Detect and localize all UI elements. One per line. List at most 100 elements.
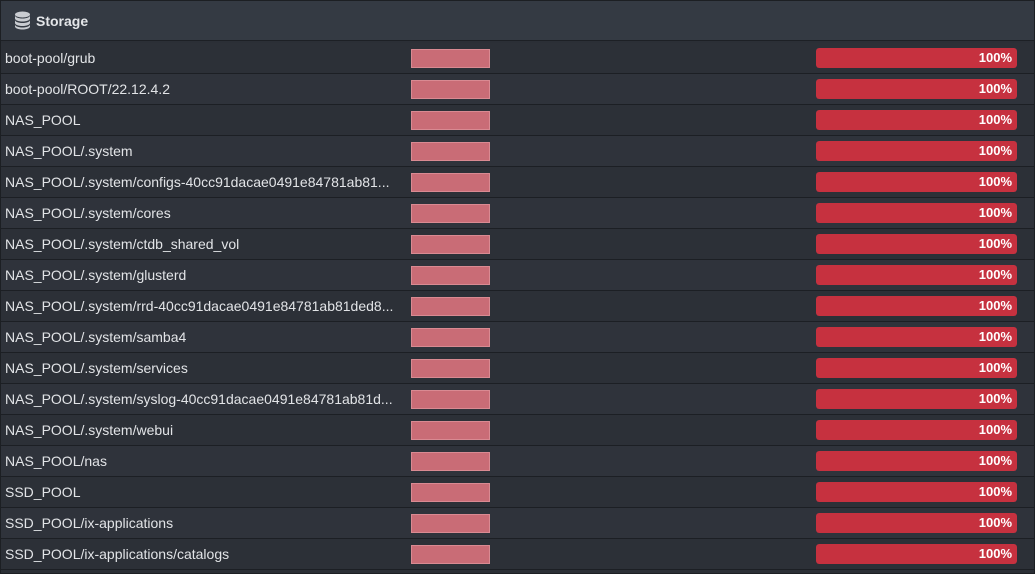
dataset-mini-bar (411, 235, 490, 254)
usage-progress-bar: 100% (816, 482, 1017, 502)
usage-percent-label: 100% (978, 329, 1012, 344)
dataset-row: boot-pool/grub 100% (1, 43, 1034, 74)
usage-percent-label: 100% (978, 484, 1012, 499)
dataset-mini-bar-fill (412, 205, 489, 222)
dataset-mini-bar-fill (412, 391, 489, 408)
dataset-row: NAS_POOL/.system/cores 100% (1, 198, 1034, 229)
dataset-mini-bar (411, 328, 490, 347)
dataset-mini-bar-fill (412, 50, 489, 67)
usage-progress-bar: 100% (816, 203, 1017, 223)
dataset-name: boot-pool/grub (5, 50, 96, 66)
dataset-row: NAS_POOL/.system/rrd-40cc91dacae0491e847… (1, 291, 1034, 322)
usage-percent-label: 100% (978, 143, 1012, 158)
dataset-mini-bar (411, 142, 490, 161)
dataset-mini-bar (411, 452, 490, 471)
dataset-name: NAS_POOL/.system/cores (5, 205, 171, 221)
dataset-mini-bar-fill (412, 236, 489, 253)
dataset-mini-bar (411, 297, 490, 316)
dataset-list: boot-pool/grub 100% boot-pool/ROOT/22.12.4… (1, 43, 1034, 570)
dataset-row: SSD_POOL 100% (1, 477, 1034, 508)
dataset-row: boot-pool/ROOT/22.12.4.2 100% (1, 74, 1034, 105)
dataset-mini-bar-fill (412, 112, 489, 129)
usage-progress-bar: 100% (816, 141, 1017, 161)
usage-progress-bar: 100% (816, 172, 1017, 192)
usage-percent-label: 100% (978, 174, 1012, 189)
usage-percent-label: 100% (978, 360, 1012, 375)
usage-percent-label: 100% (978, 50, 1012, 65)
dataset-name: NAS_POOL/.system/services (5, 360, 188, 376)
dataset-name: SSD_POOL/ix-applications/catalogs (5, 546, 230, 562)
usage-progress-bar: 100% (816, 79, 1017, 99)
usage-percent-label: 100% (978, 81, 1012, 96)
dataset-mini-bar-fill (412, 453, 489, 470)
dataset-name: NAS_POOL/.system/samba4 (5, 329, 187, 345)
dataset-name: NAS_POOL/.system (5, 143, 133, 159)
dataset-row: SSD_POOL/ix-applications 100% (1, 508, 1034, 539)
usage-progress-bar: 100% (816, 544, 1017, 564)
dataset-mini-bar-fill (412, 515, 489, 532)
usage-progress-bar: 100% (816, 234, 1017, 254)
dataset-mini-bar-fill (412, 298, 489, 315)
dataset-mini-bar (411, 204, 490, 223)
dataset-row: NAS_POOL/.system/configs-40cc91dacae0491… (1, 167, 1034, 198)
dataset-row: SSD_POOL/ix-applications/catalogs 100% (1, 539, 1034, 570)
dataset-row: NAS_POOL/.system/syslog-40cc91dacae0491e… (1, 384, 1034, 415)
usage-progress-bar: 100% (816, 327, 1017, 347)
database-icon (15, 11, 30, 30)
dataset-row: NAS_POOL/.system/webui 100% (1, 415, 1034, 446)
usage-percent-label: 100% (978, 267, 1012, 282)
dataset-mini-bar (411, 483, 490, 502)
dataset-mini-bar-fill (412, 267, 489, 284)
dataset-name: NAS_POOL/.system/webui (5, 422, 174, 438)
usage-percent-label: 100% (978, 422, 1012, 437)
dataset-mini-bar (411, 49, 490, 68)
dataset-mini-bar (411, 421, 490, 440)
dataset-name: boot-pool/ROOT/22.12.4.2 (5, 81, 170, 97)
usage-progress-bar: 100% (816, 265, 1017, 285)
usage-progress-bar: 100% (816, 110, 1017, 130)
usage-progress-bar: 100% (816, 451, 1017, 471)
usage-percent-label: 100% (978, 391, 1012, 406)
dataset-mini-bar (411, 111, 490, 130)
dataset-mini-bar-fill (412, 484, 489, 501)
usage-percent-label: 100% (978, 236, 1012, 251)
dataset-mini-bar-fill (412, 422, 489, 439)
dataset-row: NAS_POOL/.system/glusterd 100% (1, 260, 1034, 291)
dataset-mini-bar (411, 359, 490, 378)
usage-progress-bar: 100% (816, 513, 1017, 533)
dataset-name: NAS_POOL/.system/glusterd (5, 267, 187, 283)
dataset-mini-bar-fill (412, 329, 489, 346)
storage-panel: Storage boot-pool/grub 100% boot-pool/ROOT… (0, 0, 1035, 574)
dataset-name: NAS_POOL/.system/configs-40cc91dacae0491… (5, 174, 390, 190)
dataset-mini-bar (411, 545, 490, 564)
dataset-row: NAS_POOL/.system/samba4 100% (1, 322, 1034, 353)
dataset-row: NAS_POOL/.system/ctdb_shared_vol 100% (1, 229, 1034, 260)
dataset-row: NAS_POOL/.system/services 100% (1, 353, 1034, 384)
dataset-name: NAS_POOL (5, 112, 81, 128)
usage-percent-label: 100% (978, 205, 1012, 220)
dataset-mini-bar (411, 173, 490, 192)
usage-progress-bar: 100% (816, 358, 1017, 378)
usage-progress-bar: 100% (816, 389, 1017, 409)
panel-title: Storage (36, 12, 89, 29)
dataset-mini-bar-fill (412, 546, 489, 563)
usage-percent-label: 100% (978, 453, 1012, 468)
usage-progress-bar: 100% (816, 48, 1017, 68)
dataset-row: NAS_POOL 100% (1, 105, 1034, 136)
dataset-mini-bar-fill (412, 81, 489, 98)
dataset-row: NAS_POOL/nas 100% (1, 446, 1034, 477)
panel-header: Storage (1, 1, 1034, 41)
dataset-row: NAS_POOL/.system 100% (1, 136, 1034, 167)
dataset-mini-bar-fill (412, 174, 489, 191)
usage-percent-label: 100% (978, 298, 1012, 313)
dataset-name: SSD_POOL (5, 484, 81, 500)
dataset-name: NAS_POOL/.system/syslog-40cc91dacae0491e… (5, 391, 393, 407)
dataset-mini-bar-fill (412, 143, 489, 160)
dataset-mini-bar-fill (412, 360, 489, 377)
dataset-mini-bar (411, 390, 490, 409)
dataset-name: SSD_POOL/ix-applications (5, 515, 174, 531)
dataset-mini-bar (411, 80, 490, 99)
dataset-name: NAS_POOL/nas (5, 453, 107, 469)
usage-percent-label: 100% (978, 112, 1012, 127)
usage-percent-label: 100% (978, 515, 1012, 530)
